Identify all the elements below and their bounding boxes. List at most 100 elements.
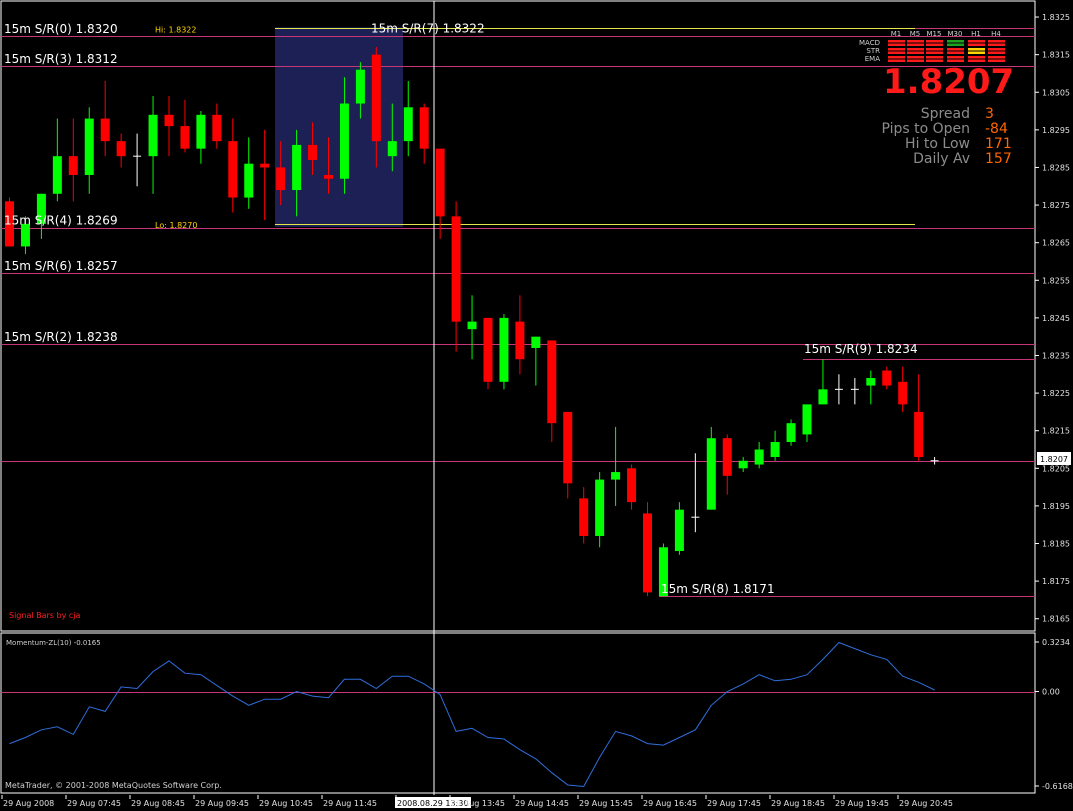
candle-body [515,321,525,360]
candle [148,96,158,194]
candle [84,107,94,194]
candle [164,96,174,157]
candle [547,340,557,442]
signal-bars-panel: 1.8207 M1 M5 M15 M30 H1 H4 MACDSTREMA Spread 3 Pi… [859,30,1014,167]
candle [627,464,637,510]
price-tick-label: 1.8215 [1042,427,1070,436]
candle-body [451,216,461,322]
panel-row-value: -84 [985,121,1008,137]
signal-cell [907,48,924,51]
candle [52,118,62,202]
candle [180,99,190,153]
candle-body [435,148,445,217]
sr-lines [1,28,1035,597]
timeframe-label: M5 [910,30,921,38]
candle [643,502,652,597]
candle [531,336,541,386]
candle [595,472,605,548]
signal-cell [907,51,924,54]
candle [818,359,828,405]
signal-bars-signature: Signal Bars by cja [9,611,80,620]
candle-body [212,114,222,142]
current-price-tag: 1.8207 [1037,452,1071,465]
candle-body [276,167,286,191]
time-label: 29 Aug 18:45 [771,799,825,808]
price-tick-label: 1.8205 [1042,464,1070,473]
candle-body [674,509,684,552]
candle-body [547,340,557,424]
session-range-box [275,27,403,227]
sr-labels: 15m S/R(0) 1.8320 15m S/R(3) 1.8312 15m S/… [4,21,918,596]
candle [786,419,796,446]
time-label: 29 Aug 20:45 [899,799,953,808]
candle [212,103,222,149]
panel-row-value: 157 [985,151,1012,167]
price-tick-label: 1.8305 [1042,88,1070,97]
sr-label-7: 15m S/R(8) 1.8171 [661,582,775,596]
candle [706,426,716,510]
candle-body [786,423,796,442]
candle-body [419,107,429,149]
momentum-series [1,641,1035,788]
candle [611,426,621,506]
candle [579,487,589,544]
chart-canvas[interactable]: 15m S/R(0) 1.8320 15m S/R(3) 1.8312 15m S/… [0,0,1073,811]
candle-body [148,114,158,157]
signal-cell [888,51,905,54]
time-label: 29 Aug 15:45 [579,799,633,808]
candle-body [100,118,110,142]
candle [483,317,493,390]
candle-body [866,378,876,386]
signal-cell [988,43,1005,46]
signal-cell [926,40,943,43]
candle [674,502,684,555]
time-label: 29 Aug 08:45 [131,799,185,808]
candle [196,111,206,164]
sr-label-4: 15m S/R(2) 1.8238 [4,330,118,344]
candle [244,137,254,209]
signal-cell [947,56,964,59]
panel-price: 1.8207 [883,62,1014,102]
candle [770,430,780,461]
candle-body [722,438,732,476]
timeframe-label: H1 [971,30,981,38]
candle-body [882,370,892,386]
time-label: 29 Aug 07:45 [67,799,121,808]
lo-label: Lo: 1.8270 [155,221,197,230]
candle [722,434,732,495]
sr-label-6: 15m S/R(9) 1.8234 [804,342,918,356]
candle [100,80,110,157]
momentum-line [9,641,935,788]
candle-body [355,69,365,104]
candle-body [499,317,509,382]
signal-cell [968,43,985,46]
candle-body [738,460,748,469]
candle [882,366,892,390]
timeframe-label: H4 [991,30,1001,38]
candle-body [706,438,716,510]
time-axis: 29 Aug 2008 29 Aug 07:45 29 Aug 08:45 29 Au… [1,795,953,808]
candle [228,118,238,213]
candle [515,295,525,375]
candle [68,118,78,202]
candle-body [914,411,924,458]
price-axis: 1.8325 1.8315 1.8305 1.8295 1.8285 1.8275 1.82… [1035,13,1070,624]
price-tick-label: 1.8325 [1042,13,1070,22]
signal-cell [947,51,964,54]
panel-row-value: 3 [985,106,994,122]
momentum-tick-label: -0.6168 [1042,782,1073,791]
signal-cell [947,59,964,62]
signal-cell [907,40,924,43]
price-tick-label: 1.8195 [1042,502,1070,511]
time-label: 29 Aug 2008 [3,799,54,808]
candle-body [595,479,605,536]
indicator-label: STR [866,47,880,55]
panel-row-value: 171 [985,136,1012,152]
signal-cell [988,51,1005,54]
signal-cell [988,59,1005,62]
candle-body [802,404,812,435]
candle [691,453,700,533]
candle-body [292,144,302,191]
price-tick-label: 1.8315 [1042,51,1070,60]
candle-body [579,498,589,536]
